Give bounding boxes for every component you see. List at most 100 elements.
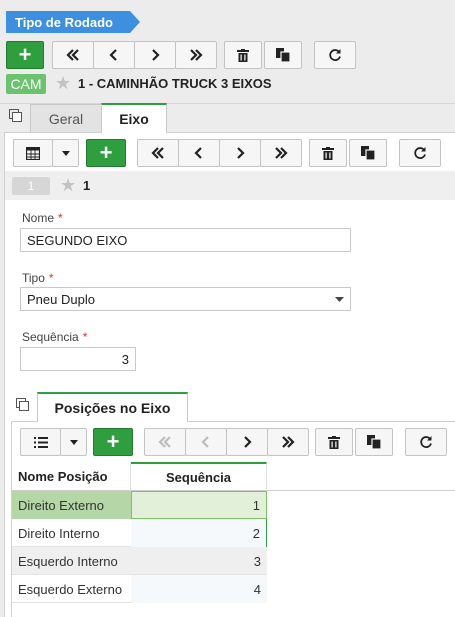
add-eixo-button[interactable]: + <box>86 139 126 167</box>
double-chevron-right-icon <box>190 49 203 61</box>
tipo-select[interactable]: Pneu Duplo <box>20 287 351 311</box>
row-nome: Esquerdo Externo <box>18 581 123 597</box>
eixo-delete-button[interactable] <box>309 139 347 167</box>
grid-header-sequencia-label: Sequência <box>165 470 232 485</box>
refresh-icon <box>329 49 341 61</box>
tab-posicoes-no-eixo[interactable]: Posições no Eixo <box>37 392 188 422</box>
caret-down-icon <box>69 439 78 445</box>
double-chevron-right-icon <box>282 436 295 448</box>
row-seq: 2 <box>252 525 260 541</box>
plus-icon: + <box>99 140 113 165</box>
grid-header-sequencia[interactable]: Sequência <box>131 462 267 491</box>
tab-eixo[interactable]: Eixo <box>101 103 167 133</box>
sequencia-label-text: Sequência <box>22 330 79 344</box>
eixo-refresh-button[interactable] <box>399 139 441 167</box>
delete-record-button[interactable] <box>224 41 262 69</box>
next-record-button[interactable] <box>134 41 176 69</box>
calendar-icon <box>26 146 40 160</box>
tipo-value: Pneu Duplo <box>27 291 95 307</box>
copy-icon <box>361 146 375 160</box>
chevron-right-icon <box>244 436 252 448</box>
refresh-button[interactable] <box>314 41 356 69</box>
eixo-last-button[interactable] <box>260 139 302 167</box>
required-mark: * <box>58 211 63 225</box>
chevron-right-icon <box>237 147 245 159</box>
chevron-left-icon <box>201 436 209 448</box>
copy-icon <box>276 48 290 62</box>
subpanel-toggle-icon[interactable] <box>16 398 30 412</box>
plus-icon: + <box>106 429 120 454</box>
posicao-copy-button[interactable] <box>355 428 393 456</box>
eixo-record-title: 1 <box>83 178 91 193</box>
tab-posicoes-label: Posições no Eixo <box>54 400 171 416</box>
double-chevron-right-icon <box>275 147 288 159</box>
posicao-last-button[interactable] <box>267 428 309 456</box>
refresh-icon <box>420 436 432 448</box>
grid-header-nome[interactable]: Nome Posição <box>12 462 131 491</box>
row-seq-cell[interactable]: 4 <box>131 575 267 603</box>
nome-label-text: Nome <box>22 211 55 225</box>
posicao-delete-button[interactable] <box>315 428 353 456</box>
required-mark: * <box>48 271 54 285</box>
nome-value: SEGUNDO EIXO <box>27 232 128 248</box>
grid-view-button[interactable] <box>20 428 61 456</box>
row-nome-cell: Esquerdo Externo <box>12 575 131 603</box>
title-tag-label: Tipo de Rodado <box>15 14 113 30</box>
double-chevron-left-icon <box>158 436 171 448</box>
posicao-refresh-button[interactable] <box>405 428 447 456</box>
trash-icon <box>322 146 334 160</box>
row-nome-cell: Direito Externo <box>12 491 131 519</box>
plus-icon: + <box>18 42 32 67</box>
grid-header-nome-label: Nome Posição <box>18 469 108 484</box>
tab-geral[interactable]: Geral <box>30 104 102 132</box>
row-seq-cell[interactable]: 3 <box>131 547 267 575</box>
table-row[interactable]: Direito Interno 2 <box>12 519 267 547</box>
tab-eixo-label: Eixo <box>119 111 149 127</box>
tipo-label-text: Tipo <box>22 271 45 285</box>
eixo-record-badge-label: 1 <box>27 179 35 193</box>
required-mark: * <box>82 330 88 344</box>
table-row[interactable]: Direito Externo 1 <box>12 491 267 519</box>
caret-down-icon <box>335 296 344 302</box>
posicao-prev-button[interactable] <box>185 428 227 456</box>
sequencia-label: Sequência * <box>22 330 87 344</box>
row-nome: Esquerdo Interno <box>18 553 118 569</box>
panel-toggle-icon[interactable] <box>9 109 23 123</box>
eixo-first-button[interactable] <box>137 139 179 167</box>
row-nome: Direito Interno <box>18 525 100 541</box>
eixo-favorite-star-icon[interactable]: ★ <box>60 175 76 195</box>
last-record-button[interactable] <box>175 41 217 69</box>
view-mode-dropdown[interactable] <box>52 139 79 167</box>
eixo-record-badge: 1 <box>12 177 50 195</box>
posicao-next-button[interactable] <box>226 428 268 456</box>
nome-label: Nome * <box>22 211 63 225</box>
posicao-first-button[interactable] <box>144 428 186 456</box>
trash-icon <box>328 435 340 449</box>
table-row[interactable]: Esquerdo Interno 3 <box>12 547 267 575</box>
favorite-star-icon[interactable]: ★ <box>55 73 71 93</box>
nome-input[interactable]: SEGUNDO EIXO <box>20 228 351 252</box>
eixo-copy-button[interactable] <box>349 139 387 167</box>
row-nome: Direito Externo <box>18 497 104 513</box>
caret-down-icon <box>61 150 70 156</box>
list-icon <box>33 436 48 448</box>
tipo-label: Tipo * <box>22 271 54 285</box>
row-seq-cell[interactable]: 2 <box>131 519 267 547</box>
refresh-icon <box>414 147 426 159</box>
row-seq-cell[interactable]: 1 <box>131 491 267 519</box>
first-record-button[interactable] <box>52 41 94 69</box>
prev-record-button[interactable] <box>93 41 135 69</box>
trash-icon <box>237 48 249 62</box>
view-mode-button[interactable] <box>13 139 53 167</box>
add-posicao-button[interactable]: + <box>93 428 133 456</box>
chevron-right-icon <box>152 49 160 61</box>
record-title: 1 - CAMINHÃO TRUCK 3 EIXOS <box>78 76 272 91</box>
table-row[interactable]: Esquerdo Externo 4 <box>12 575 267 603</box>
grid-view-dropdown[interactable] <box>60 428 87 456</box>
eixo-next-button[interactable] <box>219 139 261 167</box>
title-tag: Tipo de Rodado <box>6 11 140 33</box>
sequencia-input[interactable]: 3 <box>20 347 136 371</box>
add-record-button[interactable]: + <box>6 41 44 69</box>
eixo-prev-button[interactable] <box>178 139 220 167</box>
copy-record-button[interactable] <box>264 41 302 69</box>
